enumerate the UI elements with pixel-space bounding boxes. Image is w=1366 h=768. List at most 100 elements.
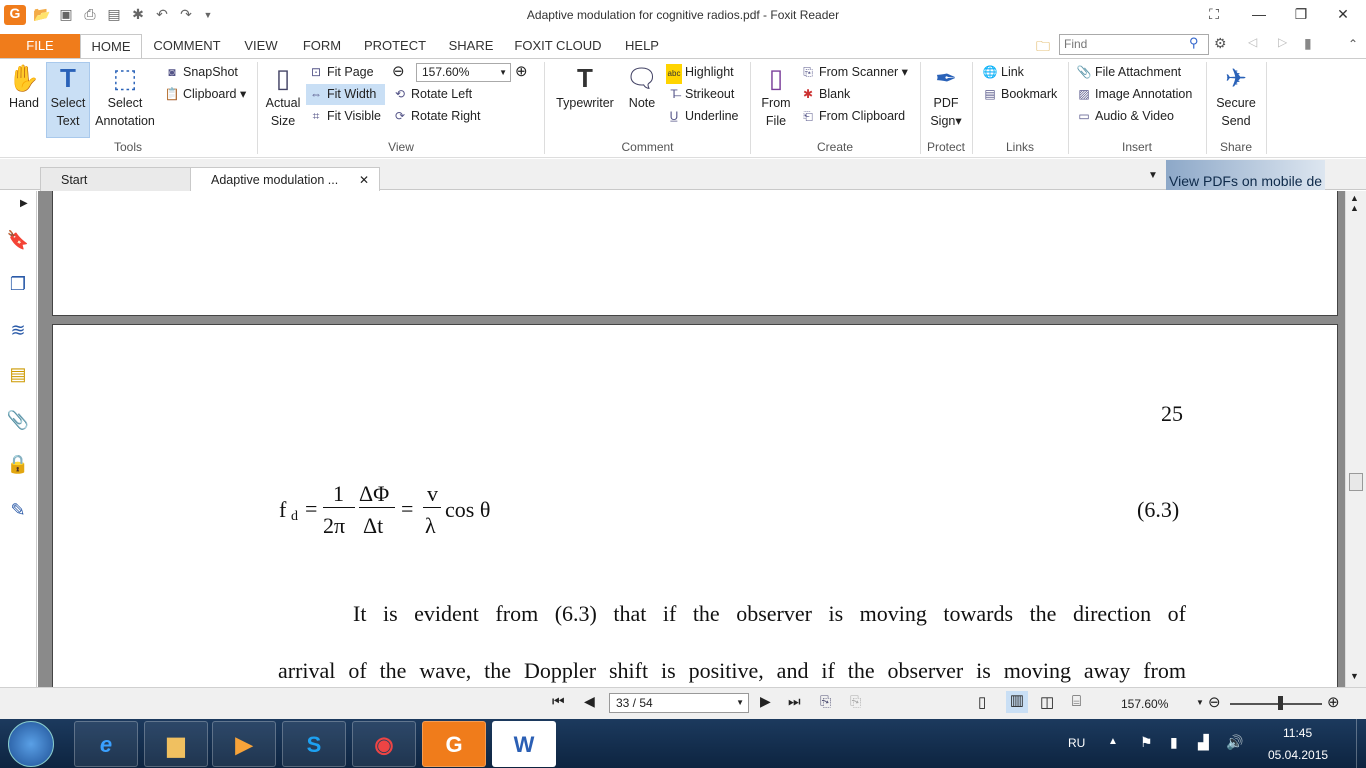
chrome-icon[interactable]: ◉ [352, 721, 416, 767]
scroll-up-icon[interactable]: ▲ [1350, 193, 1359, 203]
underline-button[interactable]: U̲ Underline [666, 106, 739, 126]
fullscreen-icon[interactable]: ⛶ [1198, 2, 1230, 26]
tab-current-document[interactable]: Adaptive modulation ... ✕ [190, 167, 380, 191]
pages-panel-icon[interactable]: ❐ [6, 272, 30, 296]
battery-icon[interactable]: ▮ [1170, 734, 1178, 751]
tab-share[interactable]: SHARE [442, 34, 500, 59]
link-button[interactable]: 🌐 Link [982, 62, 1024, 82]
skype-icon[interactable]: S [282, 721, 346, 767]
tab-form[interactable]: FORM [296, 34, 348, 59]
signatures-panel-icon[interactable]: ✎ [6, 498, 30, 522]
internet-explorer-icon[interactable]: e [74, 721, 138, 767]
find-input[interactable]: Find [1059, 34, 1209, 55]
vertical-scrollbar[interactable]: ▲ ▲ ▼ [1345, 191, 1366, 687]
tab-protect[interactable]: PROTECT [356, 34, 434, 59]
blank-button[interactable]: ✱ Blank [800, 84, 850, 104]
from-scanner-button[interactable]: ⎘ From Scanner ▾ [800, 62, 908, 82]
rotate-left-button[interactable]: ⟲ Rotate Left [392, 84, 472, 104]
close-tab-icon[interactable]: ✕ [359, 168, 369, 192]
rotate-right-button[interactable]: ⟳ Rotate Right [392, 106, 481, 126]
from-clipboard-button[interactable]: ⎗ From Clipboard [800, 106, 905, 126]
secure-send-button[interactable]: ✈ Secure Send [1210, 62, 1262, 130]
facing-page-icon[interactable]: ◫ [1040, 693, 1054, 711]
tab-list-dropdown-icon[interactable]: ▼ [1148, 170, 1158, 181]
hand-button[interactable]: ✋ Hand [4, 62, 44, 112]
audio-video-button[interactable]: ▭ Audio & Video [1076, 106, 1174, 126]
zoom-slider-track[interactable] [1230, 703, 1322, 705]
language-indicator[interactable]: RU [1068, 736, 1085, 750]
show-desktop-button[interactable] [1356, 719, 1366, 768]
zoom-combo[interactable]: 157.60% ▼ [416, 63, 511, 82]
clock-date[interactable]: 05.04.2015 [1268, 748, 1328, 762]
single-page-icon[interactable]: ▯ [978, 693, 986, 711]
pdf-sign-button[interactable]: ✒ PDF Sign▾ [924, 62, 968, 130]
previous-view-icon[interactable]: ⎘ [820, 693, 831, 710]
page-number-input[interactable]: 33 / 54 ▼ [609, 693, 749, 713]
tab-foxit-cloud[interactable]: FOXIT CLOUD [508, 34, 608, 59]
fit-visible-button[interactable]: ⌗ Fit Visible [308, 106, 381, 126]
find-folder-icon[interactable]: 🗀 [1036, 36, 1050, 60]
tab-view[interactable]: VIEW [236, 34, 286, 59]
status-zoom-in-icon[interactable]: ⊕ [1327, 693, 1340, 711]
image-annotation-button[interactable]: ▨ Image Annotation [1076, 84, 1192, 104]
gear-icon[interactable]: ⚙ [1214, 35, 1227, 52]
file-explorer-icon[interactable]: ▆ [144, 721, 208, 767]
next-view-icon[interactable]: ⎘ [850, 693, 861, 710]
tab-start[interactable]: Start [40, 167, 192, 191]
attachments-panel-icon[interactable]: 📎 [6, 408, 30, 432]
clipboard-button[interactable]: 📋 Clipboard ▾ [164, 84, 247, 104]
tab-file[interactable]: FILE [0, 34, 80, 58]
bookmark-button[interactable]: ▤ Bookmark [982, 84, 1057, 104]
fit-page-button[interactable]: ⊡ Fit Page [308, 62, 374, 82]
media-player-icon[interactable]: ▶ [212, 721, 276, 767]
next-page-icon[interactable]: ▶ [760, 693, 771, 710]
close-button[interactable]: ✕ [1322, 2, 1364, 26]
last-page-icon[interactable]: ⏭ [788, 693, 801, 710]
start-button[interactable] [8, 721, 54, 767]
from-file-button[interactable]: ▯ From File [756, 62, 796, 130]
zoom-slider-thumb[interactable] [1278, 696, 1283, 710]
clock-time[interactable]: 11:45 [1283, 726, 1312, 740]
scroll-thumb[interactable] [1349, 473, 1363, 491]
network-icon[interactable]: ▟ [1198, 734, 1209, 751]
next-result-icon[interactable]: ▷ [1278, 35, 1287, 49]
select-text-button[interactable]: T Select Text [46, 62, 90, 130]
show-hidden-icons-icon[interactable]: ▲ [1108, 736, 1118, 747]
current-page[interactable]: 25 f d = 1 2π ΔΦ Δt = v λ cos θ (6.3) It… [52, 324, 1338, 687]
bookmarks-panel-icon[interactable]: 🔖 [6, 228, 30, 252]
collapse-ribbon-icon[interactable]: ⌃ [1348, 37, 1358, 51]
continuous-facing-icon[interactable]: ⌸ [1072, 693, 1081, 710]
first-page-icon[interactable]: ⏮ [552, 693, 565, 710]
comments-panel-icon[interactable]: ▤ [6, 362, 30, 386]
fit-width-button[interactable]: ⇔ Fit Width [308, 84, 376, 104]
expand-pane-icon[interactable]: ▶ [20, 198, 28, 209]
note-button[interactable]: 🗨 Note [622, 62, 662, 112]
mobile-banner[interactable]: View PDFs on mobile de [1166, 160, 1325, 190]
tab-comment[interactable]: COMMENT [146, 34, 228, 59]
highlight-button[interactable]: abc Highlight [666, 62, 734, 84]
layers-panel-icon[interactable]: ≋ [6, 318, 30, 342]
actual-size-button[interactable]: ▯ Actual Size [262, 62, 304, 130]
select-annotation-button[interactable]: ⬚ Select Annotation [92, 62, 158, 130]
status-zoom-out-icon[interactable]: ⊖ [1208, 693, 1221, 711]
zoom-in-icon[interactable]: ⊕ [515, 62, 528, 82]
security-panel-icon[interactable]: 🔒 [6, 452, 30, 476]
search-icon[interactable]: ⚲ [1189, 35, 1199, 51]
scroll-down-icon[interactable]: ▼ [1350, 671, 1359, 681]
continuous-page-icon[interactable]: ▥ [1006, 691, 1028, 713]
scroll-page-up-icon[interactable]: ▲ [1350, 203, 1359, 213]
user-icon[interactable]: ▮ [1304, 35, 1312, 52]
volume-icon[interactable]: 🔊 [1226, 734, 1243, 751]
zoom-out-icon[interactable]: ⊖ [392, 62, 405, 82]
strikeout-button[interactable]: T̶ Strikeout [666, 84, 734, 104]
minimize-button[interactable]: — [1238, 2, 1280, 26]
previous-page-icon[interactable]: ◀ [584, 693, 595, 710]
word-icon[interactable]: W [492, 721, 556, 767]
tab-home[interactable]: HOME [80, 34, 142, 59]
typewriter-button[interactable]: T Typewriter [550, 62, 620, 112]
snapshot-button[interactable]: ◙ SnapShot [164, 62, 238, 82]
action-center-icon[interactable]: ⚑ [1140, 734, 1153, 751]
zoom-dropdown-icon[interactable]: ▼ [1196, 698, 1204, 707]
tab-help[interactable]: HELP [616, 34, 668, 59]
file-attachment-button[interactable]: 📎 File Attachment [1076, 62, 1182, 82]
